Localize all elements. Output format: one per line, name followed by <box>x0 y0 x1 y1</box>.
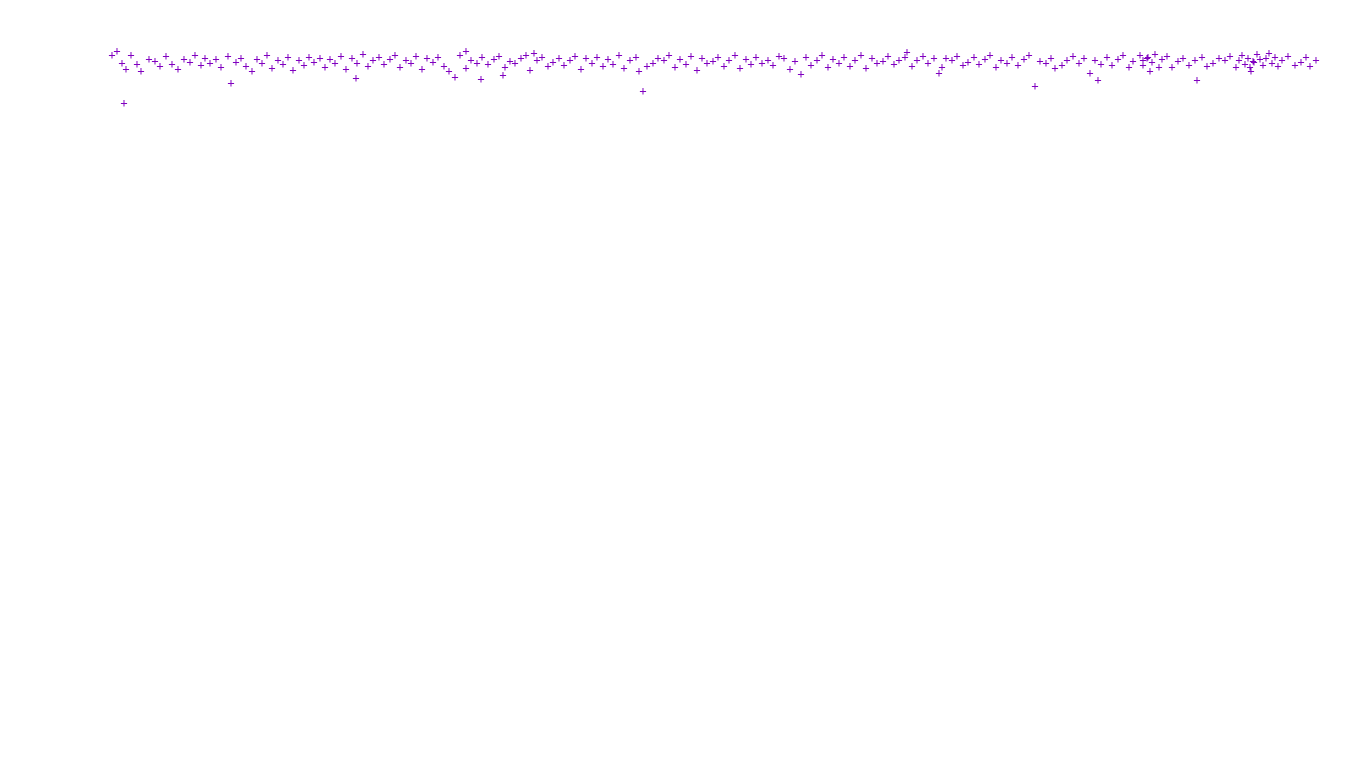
data-point: + <box>224 50 231 62</box>
data-point: + <box>687 50 694 62</box>
data-point: + <box>451 71 458 83</box>
data-point: + <box>1193 74 1200 86</box>
data-point: + <box>352 72 359 84</box>
data-point: + <box>1080 52 1087 64</box>
data-point: + <box>1094 74 1101 86</box>
data-point: + <box>615 49 622 61</box>
data-point: + <box>632 51 639 63</box>
data-point: + <box>284 51 291 63</box>
data-point: + <box>137 65 144 77</box>
data-point: + <box>693 64 700 76</box>
data-point: + <box>248 65 255 77</box>
data-point: + <box>930 52 937 64</box>
scatter-plot: ++++++++++++++++++++++++++++++++++++++++… <box>0 0 1360 768</box>
data-point: + <box>337 50 344 62</box>
data-point: + <box>227 77 234 89</box>
data-point: + <box>1025 49 1032 61</box>
data-point: + <box>731 49 738 61</box>
data-point: + <box>1086 67 1093 79</box>
data-point: + <box>571 50 578 62</box>
data-point: + <box>477 73 484 85</box>
data-point: + <box>1031 80 1038 92</box>
data-point: + <box>122 63 129 75</box>
data-point: + <box>522 49 529 61</box>
data-point: + <box>639 85 646 97</box>
data-point: + <box>1144 51 1151 63</box>
data-point: + <box>797 68 804 80</box>
data-point: + <box>635 65 642 77</box>
data-point: + <box>412 50 419 62</box>
data-point: + <box>1312 54 1319 66</box>
data-point: + <box>791 55 798 67</box>
data-point: + <box>857 49 864 61</box>
data-point: + <box>120 97 127 109</box>
data-point: + <box>263 49 270 61</box>
data-point: + <box>903 46 910 58</box>
